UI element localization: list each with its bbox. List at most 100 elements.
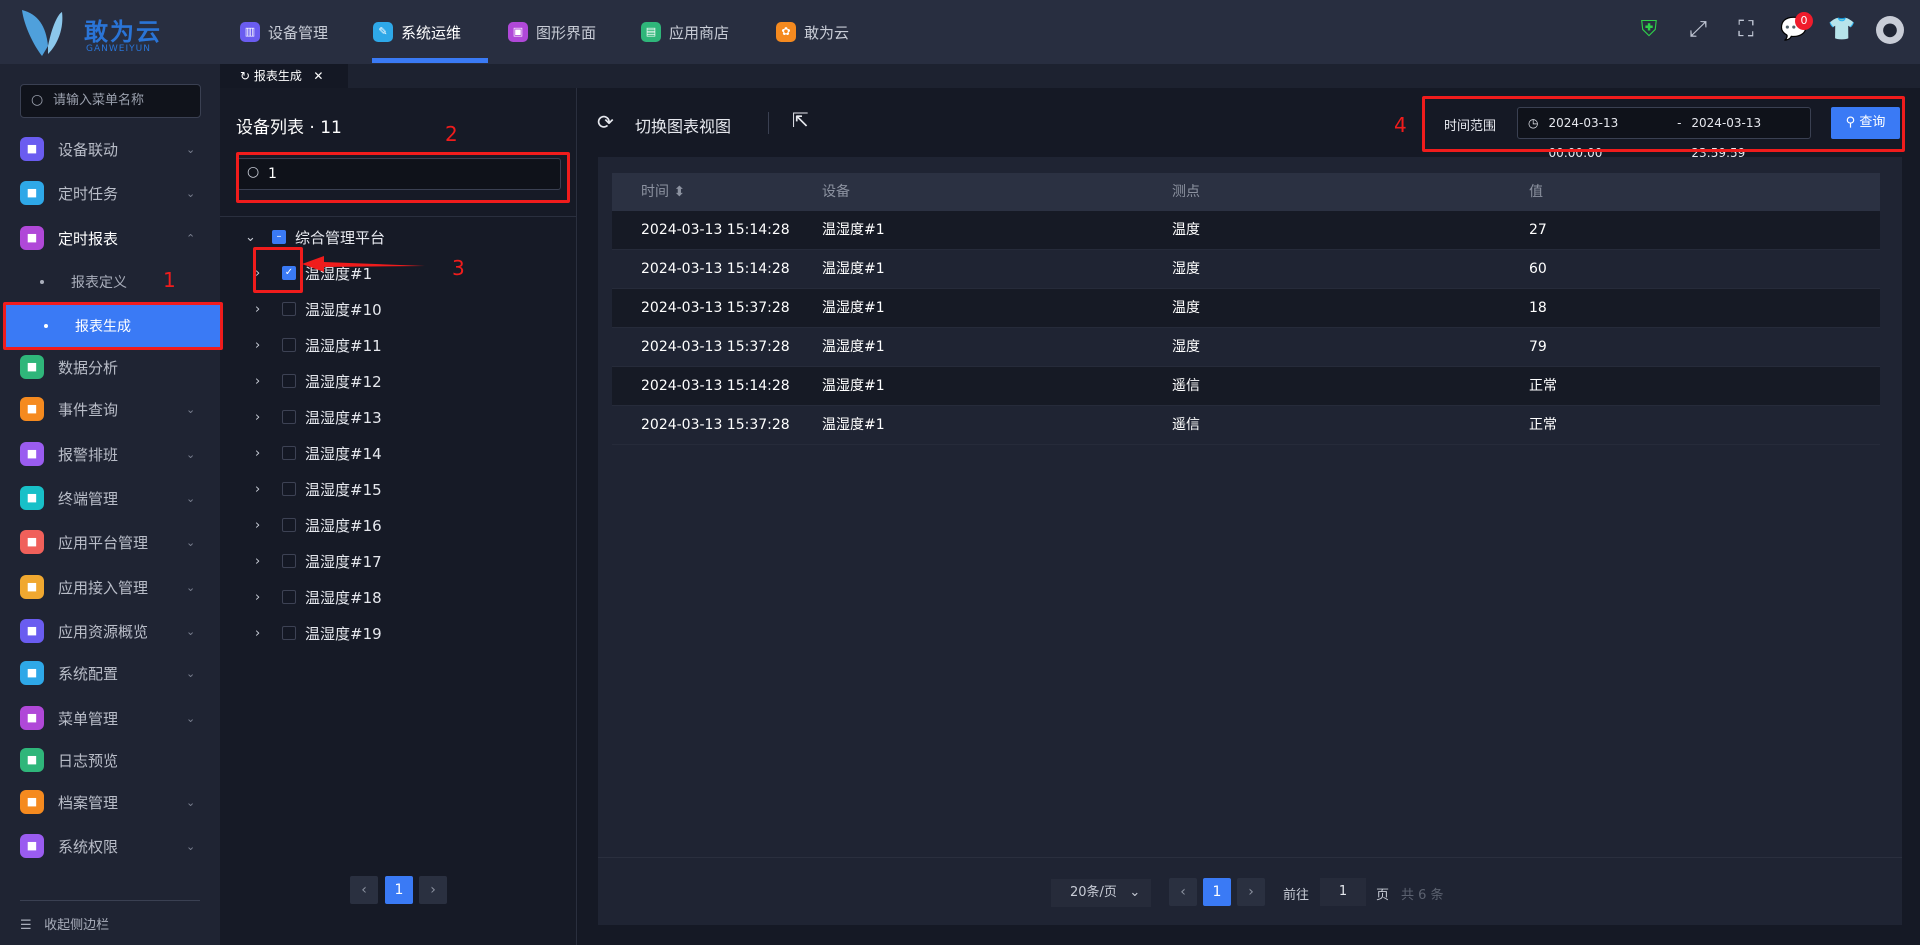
menu-search-input[interactable]: 请输入菜单名称	[20, 84, 201, 118]
chevron-right-icon[interactable]: ›	[255, 410, 271, 425]
sidebar-item[interactable]: ■ 档案管理 ⌄	[0, 782, 220, 822]
table-cell: 遥信	[1172, 417, 1200, 433]
chevron-right-icon[interactable]: ›	[255, 482, 271, 497]
page-size-select[interactable]: 20条/页 ⌄	[1051, 879, 1151, 907]
header-time[interactable]: 时间 ⬍	[641, 173, 685, 211]
sidebar-item[interactable]: ■ 事件查询 ⌄	[0, 389, 220, 429]
divider	[768, 112, 769, 134]
tree-device-item[interactable]: › 温湿度#19	[255, 618, 382, 648]
chevron-right-icon[interactable]: ›	[255, 626, 271, 641]
sort-icon[interactable]: ⬍	[673, 184, 685, 200]
shield-check-icon[interactable]: ⛨	[1635, 16, 1663, 44]
chevron-right-icon[interactable]: ›	[255, 338, 271, 353]
sidebar-item[interactable]: ■ 菜单管理 ⌄	[0, 698, 220, 738]
chevron-right-icon[interactable]: ›	[255, 518, 271, 533]
sidebar-subitem[interactable]: 报表定义	[0, 261, 220, 303]
device-checkbox[interactable]	[282, 590, 296, 604]
page-button[interactable]: 1	[385, 876, 413, 904]
chevron-right-icon[interactable]: ›	[255, 446, 271, 461]
menu-icon: ■	[20, 226, 44, 250]
divider	[220, 216, 577, 217]
nav-graphics[interactable]: ▣ 图形界面	[508, 0, 596, 64]
chevron-icon: ⌄	[186, 447, 196, 461]
table-cell: 温湿度#1	[822, 222, 885, 238]
tree-device-item[interactable]: › 温湿度#10	[255, 294, 382, 324]
device-checkbox[interactable]	[282, 338, 296, 352]
menu-icon: ■	[20, 442, 44, 466]
nav-system-ops[interactable]: ✎ 系统运维	[373, 0, 461, 64]
sidebar-item-label: 数据分析	[58, 358, 119, 377]
switch-chart-view-button[interactable]: 切换图表视图	[635, 113, 731, 137]
sidebar-item[interactable]: ■ 系统配置 ⌄	[0, 653, 220, 693]
tree-device-item[interactable]: › 温湿度#12	[255, 366, 382, 396]
device-checkbox[interactable]	[282, 626, 296, 640]
chevron-right-icon[interactable]: ›	[255, 590, 271, 605]
device-checkbox[interactable]	[282, 374, 296, 388]
sidebar-item[interactable]: ■ 定时任务 ⌄	[0, 173, 220, 213]
tree-device-item[interactable]: › 温湿度#15	[255, 474, 382, 504]
annotation-number: 4	[1394, 113, 1407, 137]
sidebar-item[interactable]: ■ 终端管理 ⌄	[0, 478, 220, 518]
collapse-sidebar-button[interactable]: ☰ 收起侧边栏	[20, 914, 109, 933]
indeterminate-checkbox[interactable]: –	[272, 230, 286, 244]
table-cell: 2024-03-13 15:37:28	[641, 339, 790, 355]
nav-app-store[interactable]: ▤ 应用商店	[641, 0, 729, 64]
table-cell: 温湿度#1	[822, 261, 885, 277]
switch-view-icon[interactable]: ⟳	[597, 110, 614, 134]
tree-device-item[interactable]: › 温湿度#14	[255, 438, 382, 468]
page-button[interactable]: 1	[1203, 878, 1231, 906]
goto-label: 前往	[1283, 888, 1310, 903]
annotation-box-4	[1422, 96, 1905, 152]
chevron-icon: ⌄	[186, 535, 196, 549]
tab-report-generate[interactable]: ↻ 报表生成 ✕	[220, 64, 348, 88]
sidebar-item[interactable]: ■ 应用接入管理 ⌄	[0, 567, 220, 607]
prev-page-button[interactable]: ‹	[1169, 878, 1197, 906]
chevron-right-icon[interactable]: ›	[255, 302, 271, 317]
next-page-button[interactable]: ›	[1237, 878, 1265, 906]
wrench-icon: ✎	[373, 22, 393, 42]
device-checkbox[interactable]	[282, 302, 296, 316]
menu-icon: ■	[20, 661, 44, 685]
user-avatar[interactable]: ●	[1876, 16, 1904, 44]
menu-icon: ■	[20, 486, 44, 510]
device-checkbox[interactable]	[282, 482, 296, 496]
sidebar-item[interactable]: ■ 定时报表 ⌃	[0, 218, 220, 258]
nav-device-management[interactable]: ▥ 设备管理	[240, 0, 328, 64]
fullscreen-icon[interactable]: ⤢	[1684, 16, 1712, 44]
annotation-number: 1	[163, 268, 176, 292]
device-checkbox[interactable]	[282, 446, 296, 460]
nav-ganweiyun[interactable]: ✿ 敢为云	[776, 0, 849, 64]
sidebar-item[interactable]: ■ 日志预览	[0, 740, 220, 780]
tree-device-item[interactable]: › 温湿度#16	[255, 510, 382, 540]
table-row: 2024-03-13 15:37:28 温湿度#1 湿度 79	[612, 328, 1880, 367]
device-checkbox[interactable]	[282, 410, 296, 424]
device-checkbox[interactable]	[282, 554, 296, 568]
sidebar-item[interactable]: ■ 应用平台管理 ⌄	[0, 522, 220, 562]
message-badge: 0	[1795, 12, 1813, 30]
goto-page-input[interactable]: 1	[1320, 878, 1366, 906]
menu-icon: ■	[20, 790, 44, 814]
sidebar-item[interactable]: ■ 数据分析	[0, 347, 220, 387]
tree-device-item[interactable]: › 温湿度#18	[255, 582, 382, 612]
chevron-icon: ⌄	[186, 142, 196, 156]
next-page-button[interactable]: ›	[419, 876, 447, 904]
tree-device-item[interactable]: › 温湿度#11	[255, 330, 382, 360]
tree-device-item[interactable]: › 温湿度#13	[255, 402, 382, 432]
export-icon[interactable]: ⇱	[792, 108, 809, 132]
sidebar-item[interactable]: ■ 设备联动 ⌄	[0, 129, 220, 169]
device-checkbox[interactable]	[282, 518, 296, 532]
device-label: 温湿度#18	[305, 588, 382, 607]
sidebar-item-label: 应用平台管理	[58, 533, 149, 552]
chevron-right-icon[interactable]: ›	[255, 554, 271, 569]
tree-device-item[interactable]: › 温湿度#17	[255, 546, 382, 576]
sidebar-item[interactable]: ■ 系统权限 ⌄	[0, 826, 220, 866]
theme-shirt-icon[interactable]: 👕	[1828, 16, 1856, 44]
table-cell: 温湿度#1	[822, 417, 885, 433]
chevron-icon: ⌄	[186, 402, 196, 416]
prev-page-button[interactable]: ‹	[350, 876, 378, 904]
close-icon[interactable]: ✕	[313, 69, 323, 83]
chevron-right-icon[interactable]: ›	[255, 374, 271, 389]
screenshot-frame-icon[interactable]: ⛶	[1732, 16, 1760, 44]
sidebar-item[interactable]: ■ 应用资源概览 ⌄	[0, 611, 220, 651]
sidebar-item[interactable]: ■ 报警排班 ⌄	[0, 434, 220, 474]
